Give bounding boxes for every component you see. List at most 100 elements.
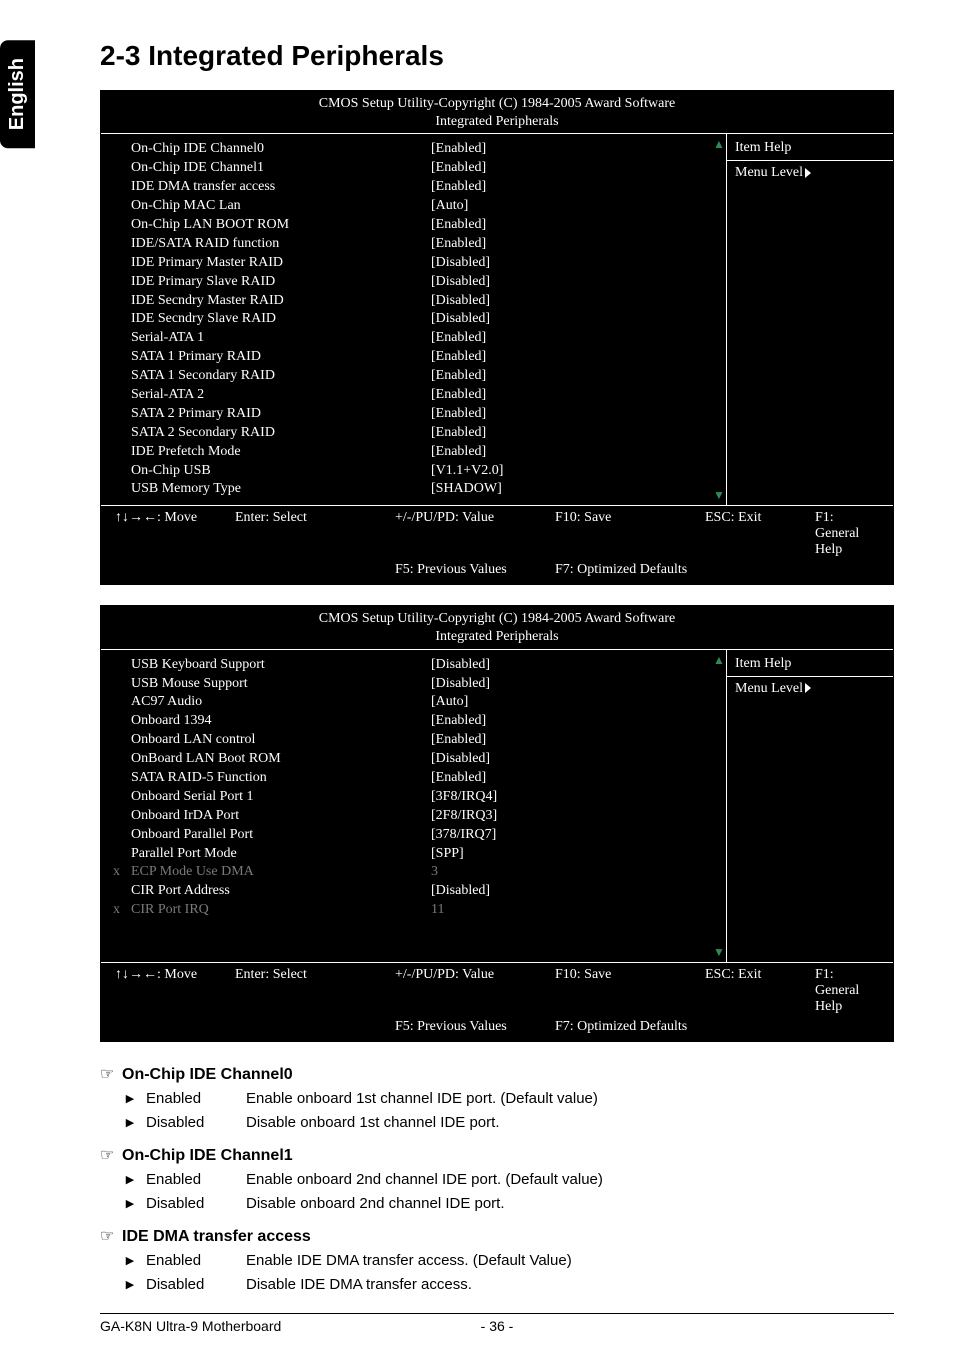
bios-setting-row[interactable]: On-Chip IDE Channel1[Enabled] [131,159,702,178]
setting-value[interactable]: [Enabled] [431,216,702,235]
scrollbar[interactable]: ▲ ▼ [712,650,726,962]
footer-page-number: - 36 - [365,1318,630,1334]
bios-setting-row[interactable]: SATA 2 Secondary RAID[Enabled] [131,424,702,443]
bios-setting-row[interactable]: SATA 1 Primary RAID[Enabled] [131,348,702,367]
setting-value[interactable]: [Enabled] [431,329,702,348]
bios-setting-row[interactable]: SATA 1 Secondary RAID[Enabled] [131,367,702,386]
page-title: 2-3 Integrated Peripherals [100,40,894,72]
bios-setting-row[interactable]: Onboard 1394[Enabled] [131,712,702,731]
option-bullet-icon: ▸ [126,1169,146,1192]
setting-label: SATA 1 Secondary RAID [131,367,431,386]
bios-header-line2: Integrated Peripherals [101,628,893,646]
bios-setting-row[interactable]: Onboard Parallel Port[378/IRQ7] [131,826,702,845]
bios-setting-row[interactable]: USB Mouse Support[Disabled] [131,675,702,694]
key-save: F10: Save [555,510,705,558]
setting-label: IDE/SATA RAID function [131,235,431,254]
setting-value[interactable]: [SHADOW] [431,480,702,499]
setting-value[interactable]: [V1.1+V2.0] [431,462,702,481]
bios-setting-row[interactable]: Serial-ATA 1[Enabled] [131,329,702,348]
setting-value[interactable]: [Disabled] [431,310,702,329]
setting-value[interactable]: [Enabled] [431,712,702,731]
bios-footer-keys: ↑↓→←: Move Enter: Select +/-/PU/PD: Valu… [101,962,893,1041]
setting-value[interactable]: [3F8/IRQ4] [431,788,702,807]
setting-value[interactable]: 11 [431,901,702,920]
bios-setting-row[interactable]: On-Chip IDE Channel0[Enabled] [131,140,702,159]
setting-value[interactable]: [Disabled] [431,656,702,675]
setting-value[interactable]: [Disabled] [431,254,702,273]
item-help-title: Item Help [735,140,885,156]
setting-label: IDE DMA transfer access [131,178,431,197]
bios-setting-row[interactable]: USB Memory Type[SHADOW] [131,480,702,499]
scrollbar[interactable]: ▲ ▼ [712,134,726,505]
page-footer: GA-K8N Ultra-9 Motherboard - 36 - [100,1313,894,1334]
setting-value[interactable]: [Enabled] [431,348,702,367]
setting-value[interactable]: [Enabled] [431,140,702,159]
scroll-down-icon[interactable]: ▼ [713,946,725,958]
bios-setting-row[interactable]: IDE DMA transfer access[Enabled] [131,178,702,197]
bios-setting-row[interactable]: IDE Secndry Slave RAID[Disabled] [131,310,702,329]
scroll-down-icon[interactable]: ▼ [713,489,725,501]
setting-label: IDE Secndry Master RAID [131,292,431,311]
bios-setting-row[interactable]: IDE/SATA RAID function[Enabled] [131,235,702,254]
bios-setting-row[interactable]: AC97 Audio[Auto] [131,693,702,712]
setting-label: OnBoard LAN Boot ROM [131,750,431,769]
setting-value[interactable]: [Enabled] [431,424,702,443]
setting-value[interactable]: [Enabled] [431,367,702,386]
option-row: ▸EnabledEnable onboard 1st channel IDE p… [126,1088,894,1111]
bios-setting-row[interactable]: Onboard LAN control[Enabled] [131,731,702,750]
bios-setting-row[interactable]: xCIR Port IRQ11 [131,901,702,920]
bios-setting-row[interactable]: On-Chip LAN BOOT ROM[Enabled] [131,216,702,235]
setting-value[interactable]: [Disabled] [431,292,702,311]
bios-setting-row[interactable]: Onboard Serial Port 1[3F8/IRQ4] [131,788,702,807]
setting-value[interactable]: [SPP] [431,845,702,864]
bios-setting-row[interactable]: Serial-ATA 2[Enabled] [131,386,702,405]
setting-value[interactable]: [Enabled] [431,159,702,178]
option-bullet-icon: ▸ [126,1274,146,1297]
setting-value[interactable]: [Enabled] [431,443,702,462]
setting-value[interactable]: [378/IRQ7] [431,826,702,845]
setting-value[interactable]: [Disabled] [431,273,702,292]
bios-setting-row[interactable]: SATA 2 Primary RAID[Enabled] [131,405,702,424]
setting-value[interactable]: [Disabled] [431,882,702,901]
bios-footer-keys: ↑↓→←: Move Enter: Select +/-/PU/PD: Valu… [101,505,893,584]
bios-setting-row[interactable]: USB Keyboard Support[Disabled] [131,656,702,675]
key-exit: ESC: Exit [705,510,815,558]
option-name: Disabled [146,1112,246,1135]
bios-setting-row[interactable]: Parallel Port Mode[SPP] [131,845,702,864]
scroll-up-icon[interactable]: ▲ [713,138,725,150]
setting-label: IDE Primary Slave RAID [131,273,431,292]
bios-setting-row[interactable]: IDE Secndry Master RAID[Disabled] [131,292,702,311]
setting-value[interactable]: [Auto] [431,693,702,712]
setting-value[interactable]: [Enabled] [431,386,702,405]
bios-setting-row[interactable]: xECP Mode Use DMA3 [131,863,702,882]
bios-setting-row[interactable]: IDE Primary Slave RAID[Disabled] [131,273,702,292]
bios-setting-row[interactable]: Onboard IrDA Port[2F8/IRQ3] [131,807,702,826]
setting-value[interactable]: [Enabled] [431,178,702,197]
setting-label: On-Chip LAN BOOT ROM [131,216,431,235]
option-bullet-icon: ▸ [126,1112,146,1135]
bios-screen-2: CMOS Setup Utility-Copyright (C) 1984-20… [100,605,894,1041]
setting-value[interactable]: 3 [431,863,702,882]
bios-setting-row[interactable]: IDE Primary Master RAID[Disabled] [131,254,702,273]
option-name: Enabled [146,1169,246,1192]
bios-header-line1: CMOS Setup Utility-Copyright (C) 1984-20… [101,610,893,628]
setting-value[interactable]: [Enabled] [431,235,702,254]
setting-value[interactable]: [Disabled] [431,750,702,769]
setting-value[interactable]: [Auto] [431,197,702,216]
bios-setting-row[interactable]: On-Chip MAC Lan[Auto] [131,197,702,216]
setting-value[interactable]: [Disabled] [431,675,702,694]
setting-label: IDE Prefetch Mode [131,443,431,462]
setting-value[interactable]: [Enabled] [431,405,702,424]
setting-label: Onboard 1394 [131,712,431,731]
bios-setting-row[interactable]: On-Chip USB[V1.1+V2.0] [131,462,702,481]
setting-value[interactable]: [Enabled] [431,769,702,788]
setting-label: Parallel Port Mode [131,845,431,864]
bios-setting-row[interactable]: CIR Port Address[Disabled] [131,882,702,901]
setting-value[interactable]: [Enabled] [431,731,702,750]
setting-value[interactable]: [2F8/IRQ3] [431,807,702,826]
bios-setting-row[interactable]: SATA RAID-5 Function[Enabled] [131,769,702,788]
scroll-up-icon[interactable]: ▲ [713,654,725,666]
bios-setting-row[interactable]: IDE Prefetch Mode[Enabled] [131,443,702,462]
setting-label: Onboard Parallel Port [131,826,431,845]
bios-setting-row[interactable]: OnBoard LAN Boot ROM[Disabled] [131,750,702,769]
